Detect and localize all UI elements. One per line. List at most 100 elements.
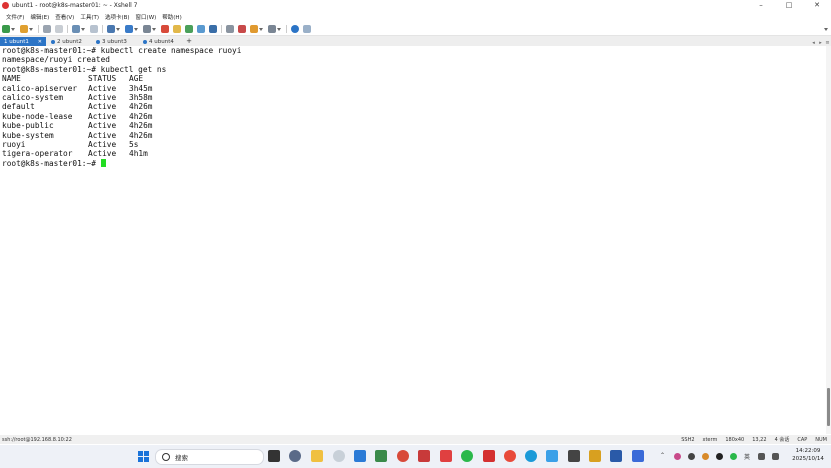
search-icon[interactable] xyxy=(90,25,98,33)
compose-icon[interactable] xyxy=(250,25,258,33)
notes-app-icon[interactable] xyxy=(440,450,452,462)
chevron-down-icon[interactable] xyxy=(259,27,263,31)
globe-icon[interactable] xyxy=(125,25,133,33)
chevron-down-icon[interactable] xyxy=(277,27,281,31)
chevron-down-icon[interactable] xyxy=(824,27,828,31)
settings-icon[interactable] xyxy=(289,450,301,462)
window-list-icon[interactable] xyxy=(268,25,276,33)
redis-icon[interactable] xyxy=(418,450,430,462)
vscode-icon[interactable] xyxy=(354,450,366,462)
volume-icon[interactable] xyxy=(772,453,779,460)
chrome-icon[interactable] xyxy=(504,450,516,462)
menu-file[interactable]: 文件(F) xyxy=(3,13,27,21)
reconnect-icon[interactable] xyxy=(43,25,51,33)
chevron-down-icon[interactable] xyxy=(152,27,156,31)
chevron-down-icon[interactable] xyxy=(11,27,15,31)
window-controls: – □ ✕ xyxy=(747,0,831,11)
toolbar xyxy=(0,23,831,36)
terminal-prompt: root@k8s-master01:~# xyxy=(2,158,101,168)
network-icon[interactable] xyxy=(758,453,765,460)
scrollbar-thumb[interactable] xyxy=(827,388,830,426)
transfer-icon[interactable] xyxy=(185,25,193,33)
taskbar-search-box[interactable]: 搜索 xyxy=(155,449,264,465)
tray-app-icon[interactable] xyxy=(702,453,709,460)
tab-ubunt3[interactable]: 3 ubunt3 xyxy=(92,37,138,46)
tab-ubunt4[interactable]: 4 ubunt4 xyxy=(139,37,183,46)
script-icon[interactable] xyxy=(226,25,234,33)
fullscreen-icon[interactable] xyxy=(197,25,205,33)
v2-app-icon[interactable] xyxy=(632,450,644,462)
menu-tools[interactable]: 工具(T) xyxy=(77,13,102,21)
lock-icon[interactable] xyxy=(173,25,181,33)
status-caps-lock: CAP xyxy=(797,436,808,443)
namespace-name: default xyxy=(2,102,35,112)
chat-icon[interactable] xyxy=(303,25,311,33)
cube-app-icon[interactable] xyxy=(568,450,580,462)
toolbar-divider xyxy=(221,25,222,33)
chevron-down-icon[interactable] xyxy=(134,27,138,31)
chevron-down-icon[interactable] xyxy=(116,27,120,31)
namespace-name: tigera-operator xyxy=(2,149,73,159)
copy-icon[interactable] xyxy=(72,25,80,33)
session-status-icon xyxy=(51,39,55,44)
xshell-taskbar-icon[interactable] xyxy=(397,450,409,462)
namespace-age: 5s xyxy=(129,139,139,149)
highlight-icon[interactable] xyxy=(238,25,246,33)
disconnect-icon[interactable] xyxy=(55,25,63,33)
open-folder-icon[interactable] xyxy=(20,25,28,33)
chevron-down-icon[interactable] xyxy=(29,27,33,31)
status-bar: ssh://root@192.168.8.10:22 SSH2 xterm 18… xyxy=(0,435,831,444)
folder-app-icon[interactable] xyxy=(589,450,601,462)
keyboard-icon[interactable] xyxy=(143,25,151,33)
namespace-name: kube-public xyxy=(2,121,54,131)
tray-app-icon[interactable] xyxy=(716,453,723,460)
tray-app-icon[interactable] xyxy=(674,453,681,460)
file-explorer-icon[interactable] xyxy=(311,450,323,462)
menu-edit[interactable]: 编辑(E) xyxy=(27,13,52,21)
layout-icon[interactable] xyxy=(209,25,217,33)
maximize-button[interactable]: □ xyxy=(775,0,803,11)
menu-view[interactable]: 查看(V) xyxy=(52,13,77,21)
terminal-app-icon[interactable] xyxy=(375,450,387,462)
word-icon[interactable] xyxy=(610,450,622,462)
add-tab-button[interactable]: + xyxy=(184,37,194,46)
namespace-status: Active xyxy=(88,92,117,102)
windows-start-button[interactable] xyxy=(138,451,149,462)
wechat-tray-icon[interactable] xyxy=(730,453,737,460)
tab-label: 4 ubunt4 xyxy=(149,38,174,45)
tab-ubunt2[interactable]: 2 ubunt2 xyxy=(47,37,91,46)
terminal-settings-icon[interactable] xyxy=(107,25,115,33)
tray-app-icon[interactable] xyxy=(688,453,695,460)
terminal-output[interactable]: root@k8s-master01:~# kubectl create name… xyxy=(0,46,828,434)
close-button[interactable]: ✕ xyxy=(803,0,831,11)
game-app-icon[interactable] xyxy=(483,450,495,462)
wechat-icon[interactable] xyxy=(461,450,473,462)
terminal-line: root@k8s-master01:~# kubectl get ns xyxy=(2,64,167,74)
menu-bar: 文件(F) 编辑(E) 查看(V) 工具(T) 选项卡(B) 窗口(W) 帮助(… xyxy=(0,12,831,22)
connection-address: ssh://root@192.168.8.10:22 xyxy=(2,436,72,443)
namespace-age: 4h26m xyxy=(129,121,153,131)
widget-app-icon[interactable] xyxy=(333,450,345,462)
feishu-icon[interactable] xyxy=(546,450,558,462)
ime-indicator[interactable]: 英 xyxy=(744,452,750,461)
help-icon[interactable] xyxy=(291,25,299,33)
terminal-cursor xyxy=(100,158,106,167)
menu-window[interactable]: 窗口(W) xyxy=(133,13,160,21)
close-icon[interactable]: ✕ xyxy=(38,39,42,45)
minimize-button[interactable]: – xyxy=(747,0,775,11)
system-clock[interactable]: 14:22:09 2025/10/14 xyxy=(789,447,827,463)
clock-date: 2025/10/14 xyxy=(792,456,824,462)
task-view-icon[interactable] xyxy=(268,450,280,462)
ns-table-row: ruoyi Active 5s xyxy=(2,140,828,149)
xftp-icon[interactable] xyxy=(161,25,169,33)
edge-icon[interactable] xyxy=(525,450,537,462)
menu-help[interactable]: 帮助(H) xyxy=(159,13,184,21)
menu-tab[interactable]: 选项卡(B) xyxy=(102,13,133,21)
new-session-icon[interactable] xyxy=(2,25,10,33)
ns-table-row: kube-node-lease Active 4h26m xyxy=(2,112,828,121)
tab-ubunt1[interactable]: 1 ubunt1 ✕ xyxy=(0,37,46,46)
namespace-age: 3h45m xyxy=(129,83,153,93)
chevron-up-icon[interactable]: ⌃ xyxy=(660,452,665,459)
chevron-down-icon[interactable] xyxy=(81,27,85,31)
terminal-scrollbar[interactable] xyxy=(826,46,831,434)
